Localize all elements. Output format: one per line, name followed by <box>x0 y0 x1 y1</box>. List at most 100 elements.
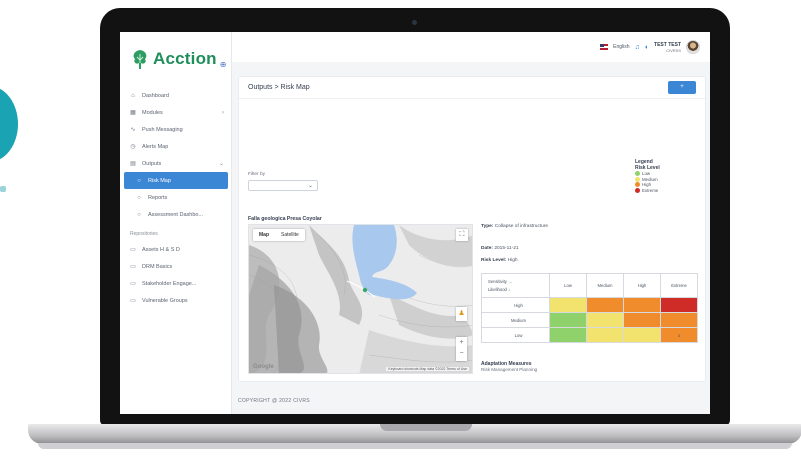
user-role: CIVRSS <box>666 47 681 53</box>
sidebar-item-vulnerable-groups[interactable]: ▭ Vulnerable Groups <box>120 292 232 309</box>
book-icon: ▭ <box>130 298 136 304</box>
google-logo: Google <box>253 364 274 370</box>
risk-type-label: Type: <box>481 224 494 229</box>
sidebar-item-label: DRM Basics <box>142 263 173 270</box>
sidebar-item-push-messaging[interactable]: ∿ Push Messaging <box>120 121 232 138</box>
risk-matrix: Sensitivity → Likelihood ↓ Low Medium Hi… <box>481 273 698 343</box>
matrix-column-header: High <box>623 273 661 298</box>
risk-legend: Legend Risk Level Low Medium High Extrem… <box>635 159 675 193</box>
us-flag-icon[interactable] <box>600 44 609 50</box>
book-icon: ▭ <box>130 264 136 270</box>
matrix-cell <box>586 312 624 328</box>
tab-satellite[interactable]: Satellite <box>275 229 305 241</box>
matrix-row: Low x <box>481 327 698 343</box>
collapse-icon[interactable]: ⊕ <box>220 60 227 69</box>
dot-icon: ○ <box>137 177 141 184</box>
matrix-row-label: Low <box>481 327 550 343</box>
filter-select[interactable]: ⌄ <box>248 180 318 191</box>
likelihood-axis-label: Likelihood ↓ <box>488 287 511 292</box>
footer-copyright: COPYRIGHT @ 2022 CIVRS <box>238 398 310 404</box>
decorative-dot <box>0 186 6 192</box>
grid-icon: ▦ <box>130 110 136 116</box>
sidebar-item-label: Modules <box>142 109 163 116</box>
zoom-in-icon[interactable]: + <box>456 337 467 348</box>
dot-icon: ○ <box>137 211 141 218</box>
sidebar-item-stakeholder-engagement[interactable]: ▭ Stakeholder Engage... <box>120 275 232 292</box>
message-icon: ∿ <box>130 127 136 133</box>
zoom-out-icon[interactable]: − <box>456 348 467 359</box>
terrain-map[interactable]: Map Satellite ⛶ ♟ + − Google Keyboard sh… <box>248 224 473 374</box>
sensitivity-axis-label: Sensitivity → <box>488 279 513 284</box>
language-selector[interactable]: English <box>613 44 629 50</box>
card-header: Outputs > Risk Map + <box>239 77 705 99</box>
sidebar-item-drm-basics[interactable]: ▭ DRM Basics <box>120 258 232 275</box>
add-button[interactable]: + <box>668 81 696 94</box>
matrix-cell <box>623 297 661 313</box>
filter-label: Filter by <box>248 172 266 177</box>
risk-map-card: Outputs > Risk Map + Filter by ⌄ Legend … <box>238 76 706 382</box>
app-logo[interactable]: Acction ⊕ <box>130 48 226 70</box>
decorative-circle <box>0 86 18 162</box>
legend-label: High <box>642 182 652 188</box>
laptop-base <box>28 424 801 444</box>
street-view-icon[interactable]: ♟ <box>456 307 467 321</box>
sidebar-nav: ⌂ Dashboard ▦ Modules › ∿ Push Messaging… <box>120 87 232 309</box>
sidebar-item-dashboard[interactable]: ⌂ Dashboard <box>120 87 232 104</box>
map-attribution[interactable]: Keyboard shortcuts Map data ©2022 Terms … <box>386 367 469 371</box>
sidebar-item-risk-map[interactable]: ○ Risk Map <box>124 172 228 189</box>
map-terrain <box>249 225 472 373</box>
sidebar-item-outputs[interactable]: ▤ Outputs ⌄ <box>120 155 232 172</box>
bell-icon[interactable]: ♫ <box>635 44 640 51</box>
legend-swatch <box>635 182 640 188</box>
matrix-header-row: Sensitivity → Likelihood ↓ Low Medium Hi… <box>481 273 698 298</box>
sidebar-item-label: Alerts Map <box>142 143 169 150</box>
matrix-row: Medium <box>481 312 698 328</box>
book-icon: ▭ <box>130 281 136 287</box>
laptop-notch <box>380 424 472 431</box>
sidebar-item-reports[interactable]: ○ Reports <box>120 189 232 206</box>
laptop-screen: Acction ⊕ ⌂ Dashboard ▦ Modules › ∿ Push… <box>120 32 710 414</box>
tree-logo-icon <box>133 50 147 69</box>
user-info[interactable]: TEST TEST CIVRSS <box>654 42 681 53</box>
matrix-cell <box>660 312 698 328</box>
zoom-control[interactable]: + − <box>456 337 467 361</box>
map-type-tabs: Map Satellite <box>253 229 305 241</box>
matrix-cell: x <box>660 327 698 343</box>
sidebar-item-label: Risk Map <box>148 177 171 184</box>
map-caption: Falla geologica Presa Coyolar <box>248 216 322 222</box>
fullscreen-icon[interactable]: ⛶ <box>456 229 468 241</box>
laptop-shadow <box>38 443 792 449</box>
sidebar-item-label: Stakeholder Engage... <box>142 280 197 287</box>
matrix-row: High <box>481 297 698 313</box>
sidebar-item-label: Vulnerable Groups <box>142 297 188 304</box>
legend-label: Low <box>642 171 651 177</box>
sidebar-item-alerts-map[interactable]: ◷ Alerts Map <box>120 138 232 155</box>
risk-details: Type: Collapse of infrastructure Date: 2… <box>481 224 701 264</box>
sidebar-item-assessment-dashboard[interactable]: ○ Assessment Dashbo... <box>120 206 232 223</box>
adaptation-value: Risk Management Planning <box>481 367 538 372</box>
laptop-lid: Acction ⊕ ⌂ Dashboard ▦ Modules › ∿ Push… <box>100 8 730 426</box>
page-title: Outputs > Risk Map <box>248 84 310 91</box>
matrix-cell <box>549 312 587 328</box>
top-bar-actions: English ♫ ◐ TEST TEST CIVRSS <box>600 40 700 54</box>
matrix-cell <box>586 327 624 343</box>
sidebar-item-label: Dashboard <box>142 92 169 99</box>
dot-icon: ○ <box>137 194 141 201</box>
matrix-row-label: Medium <box>481 312 550 328</box>
matrix-column-header: Medium <box>586 273 624 298</box>
camera-icon <box>412 20 417 25</box>
sidebar-item-modules[interactable]: ▦ Modules › <box>120 104 232 121</box>
matrix-cell <box>623 327 661 343</box>
risk-date: Date: 2015-11-21 <box>481 246 701 252</box>
tab-map[interactable]: Map <box>253 229 275 241</box>
legend-swatch <box>635 187 640 193</box>
adaptation-measures: Adaptation Measures Risk Management Plan… <box>481 361 537 372</box>
risk-type-value: Collapse of infrastructure <box>494 224 549 229</box>
document-icon: ▤ <box>130 161 136 167</box>
sidebar-item-assets[interactable]: ▭ Assets H & S D <box>120 241 232 258</box>
chat-icon[interactable]: ◐ <box>645 44 649 51</box>
book-icon: ▭ <box>130 247 136 253</box>
sidebar-item-label: Push Messaging <box>142 126 183 133</box>
avatar[interactable] <box>686 40 700 54</box>
legend-swatch <box>635 176 640 182</box>
